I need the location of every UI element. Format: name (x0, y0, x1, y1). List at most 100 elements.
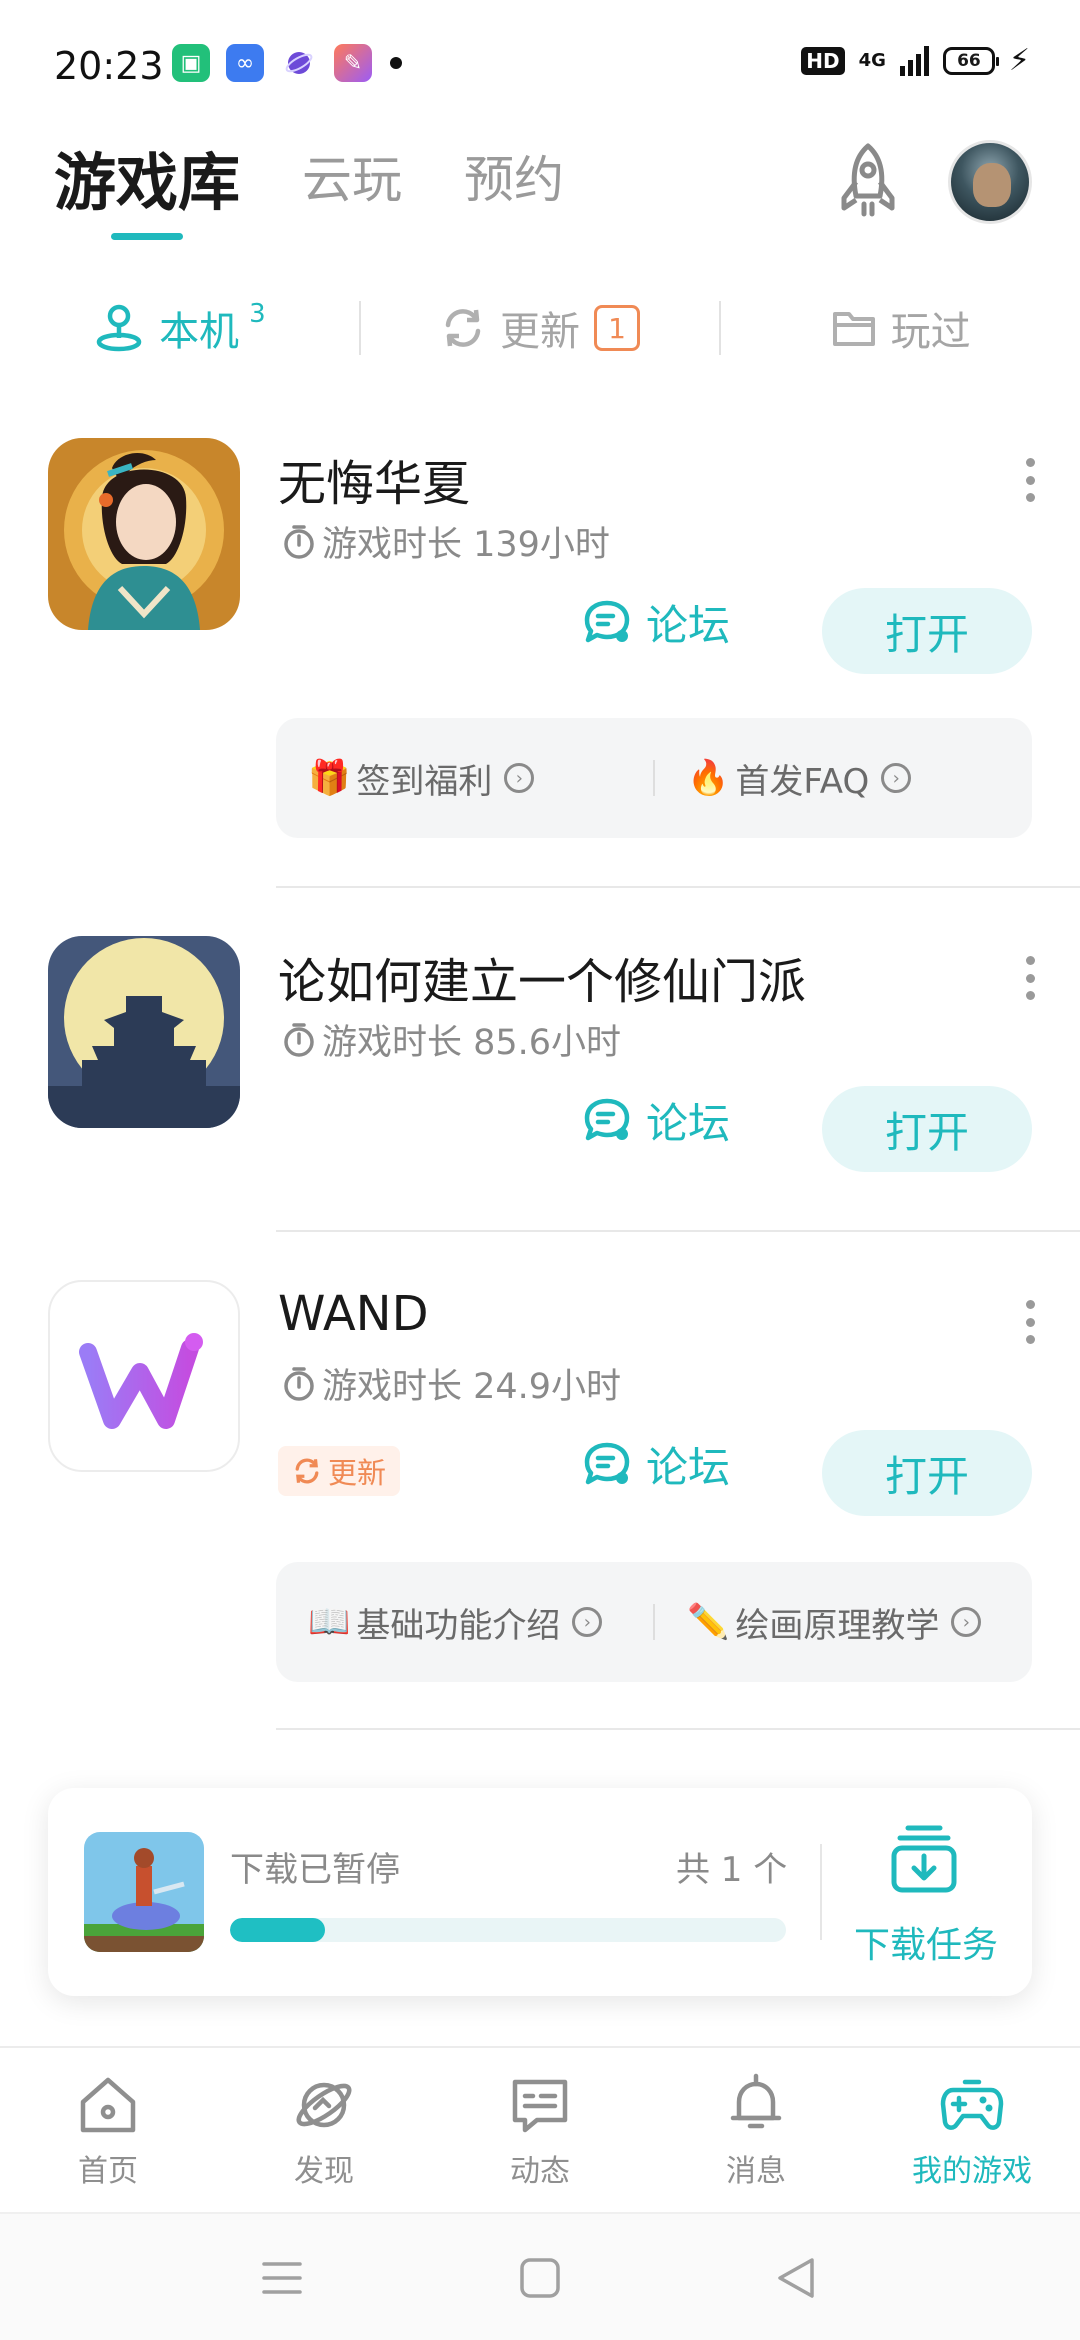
quick-link-faq[interactable]: 🔥 首发FAQ › (655, 754, 1032, 803)
rocket-icon[interactable] (832, 142, 904, 222)
pen-app-icon: ✎ (334, 44, 372, 82)
filter-update[interactable]: 更新 1 (361, 285, 720, 371)
tab-label: 预约 (464, 151, 565, 209)
tab-game-library[interactable]: 游戏库 (54, 132, 240, 242)
recent-apps-icon[interactable] (258, 2254, 306, 2302)
status-indicators: HD 4G 66 ⚡ (801, 46, 1030, 76)
stopwatch-icon (284, 1022, 314, 1057)
nav-discover[interactable]: 发现 (216, 2048, 432, 2210)
signal-icon (899, 46, 929, 76)
game-title[interactable]: 论如何建立一个修仙门派 (278, 942, 806, 1012)
nav-label: 首页 (78, 2154, 138, 2189)
bell-icon (730, 2073, 782, 2129)
open-game-button[interactable]: 打开 (822, 588, 1032, 674)
forum-icon (584, 1442, 630, 1485)
more-options-icon[interactable] (1024, 956, 1036, 1000)
download-game-thumbnail (84, 1832, 204, 1952)
filter-local[interactable]: 本机 3 (0, 285, 359, 371)
game-playtime-text: 游戏时长 85.6小时 (322, 1023, 622, 1063)
download-tasks-label[interactable]: 下载任务 (854, 1916, 998, 1968)
filter-update-label: 更新 (500, 309, 580, 355)
game-title[interactable]: 无悔华夏 (278, 444, 470, 514)
quick-link-drawing-tutorial[interactable]: ✏️ 绘画原理教学 › (655, 1598, 1032, 1647)
chevron-right-icon: › (572, 1607, 603, 1637)
quick-links-panel: 🎁 签到福利 › 🔥 首发FAQ › (276, 718, 1032, 838)
chevron-right-icon: › (951, 1607, 982, 1637)
quick-links-panel: 📖 基础功能介绍 › ✏️ 绘画原理教学 › (276, 1562, 1032, 1682)
filter-played-label: 玩过 (890, 309, 971, 355)
game-icon-xiuxian-menpai[interactable] (48, 936, 240, 1128)
forum-button[interactable]: 论坛 (582, 1090, 730, 1150)
chevron-right-icon: › (881, 763, 912, 793)
update-tag[interactable]: 更新 (278, 1446, 401, 1496)
list-divider (276, 1230, 1080, 1232)
gift-icon: 🎁 (308, 758, 351, 798)
more-options-icon[interactable] (1024, 458, 1036, 502)
refresh-icon (445, 309, 481, 347)
notification-icons: ▣ ∞ ✎ (172, 44, 402, 82)
bottom-navigation: 首页 发现 动态 消息 我的游戏 (0, 2046, 1080, 2210)
stopwatch-icon (284, 1366, 314, 1401)
game-icon-wuhui-huaxia[interactable] (48, 438, 240, 630)
loop-icon: ∞ (226, 44, 264, 82)
filter-bar: 本机 3 更新 1 玩过 (0, 285, 1080, 371)
open-game-button[interactable]: 打开 (822, 1430, 1032, 1516)
quick-link-checkin[interactable]: 🎁 签到福利 › (276, 754, 653, 803)
quick-link-label: 签到福利 (356, 761, 493, 802)
nav-label: 发现 (294, 2154, 354, 2189)
game-icon-wand[interactable] (48, 1280, 240, 1472)
back-icon[interactable] (772, 2254, 820, 2302)
game-playtime: 游戏时长 85.6小时 (282, 1014, 621, 1065)
folder-icon (832, 312, 875, 346)
profile-avatar[interactable] (948, 140, 1032, 224)
forum-icon (584, 600, 630, 643)
nav-label: 我的游戏 (912, 2154, 1032, 2189)
nav-messages[interactable]: 消息 (648, 2048, 864, 2210)
download-status: 下载已暂停 (230, 1850, 400, 1890)
status-bar: 20:23 ▣ ∞ ✎ HD 4G 66 ⚡ (0, 0, 1080, 130)
refresh-icon (295, 1458, 319, 1484)
book-icon: 📖 (308, 1602, 351, 1642)
list-divider (276, 886, 1080, 888)
tab-cloud-play[interactable]: 云玩 (302, 140, 402, 250)
gamepad-icon (940, 2079, 1004, 2130)
download-card[interactable]: 下载已暂停 共 1 个 下载任务 (48, 1788, 1032, 1996)
tab-label: 云玩 (302, 151, 403, 209)
forum-button[interactable]: 论坛 (582, 1434, 730, 1494)
tab-label: 游戏库 (54, 146, 241, 219)
update-tag-label: 更新 (328, 1456, 387, 1490)
top-tabs: 游戏库 云玩 预约 (54, 140, 626, 250)
quick-link-label: 绘画原理教学 (735, 1605, 940, 1646)
more-options-icon[interactable] (1024, 1300, 1036, 1344)
nav-feed[interactable]: 动态 (432, 2048, 648, 2210)
home-button-icon[interactable] (516, 2254, 564, 2302)
forum-label: 论坛 (646, 600, 731, 650)
filter-update-badge: 1 (594, 305, 640, 351)
forum-button[interactable]: 论坛 (582, 592, 730, 652)
download-tray-icon[interactable] (890, 1824, 958, 1894)
nav-home[interactable]: 首页 (0, 2048, 216, 2210)
nav-label: 动态 (510, 2154, 570, 2189)
chevron-right-icon: › (504, 763, 535, 793)
game-playtime: 游戏时长 139小时 (282, 516, 610, 567)
status-time: 20:23 (54, 44, 164, 88)
forum-label: 论坛 (646, 1442, 731, 1492)
quick-link-basic-features[interactable]: 📖 基础功能介绍 › (276, 1598, 653, 1647)
nav-my-games[interactable]: 我的游戏 (864, 2048, 1080, 2210)
orbit-icon (280, 44, 318, 82)
forum-icon (584, 1098, 630, 1141)
download-total: 共 1 个 (676, 1850, 788, 1890)
forum-label: 论坛 (646, 1098, 731, 1148)
network-type: 4G (858, 50, 886, 71)
app-store-icon: ▣ (172, 44, 210, 82)
charging-icon: ⚡ (1008, 43, 1030, 78)
filter-played[interactable]: 玩过 (721, 285, 1080, 371)
system-navigation-bar (0, 2212, 1080, 2340)
game-playtime-text: 游戏时长 24.9小时 (322, 1367, 622, 1407)
download-progress-fill (230, 1918, 325, 1942)
battery-level: 66 (957, 51, 981, 71)
tab-reservation[interactable]: 预约 (464, 140, 564, 250)
quick-link-label: 首发FAQ (735, 761, 870, 802)
game-title[interactable]: WAND (278, 1286, 429, 1342)
open-game-button[interactable]: 打开 (822, 1086, 1032, 1172)
